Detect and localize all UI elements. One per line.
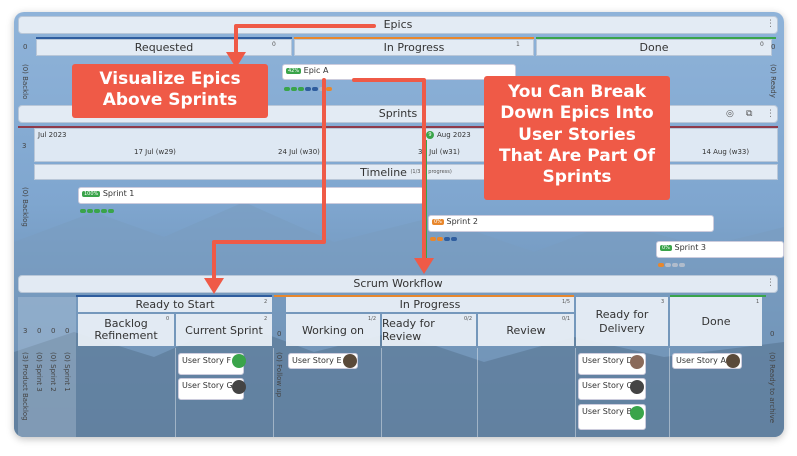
arrow-epic-to-sprint (352, 78, 426, 264)
arrowhead-2 (204, 278, 224, 294)
callout-break-down-epics: You Can Break Down Epics Into User Stori… (484, 76, 670, 200)
callout-visualize-epics: Visualize Epics Above Sprints (72, 64, 268, 118)
arrowhead-3 (414, 258, 434, 274)
arrow-epics-to-callout (234, 24, 376, 58)
board-frame: Epics ⋮ Requested In Progress Done 0 1 0… (14, 12, 784, 437)
